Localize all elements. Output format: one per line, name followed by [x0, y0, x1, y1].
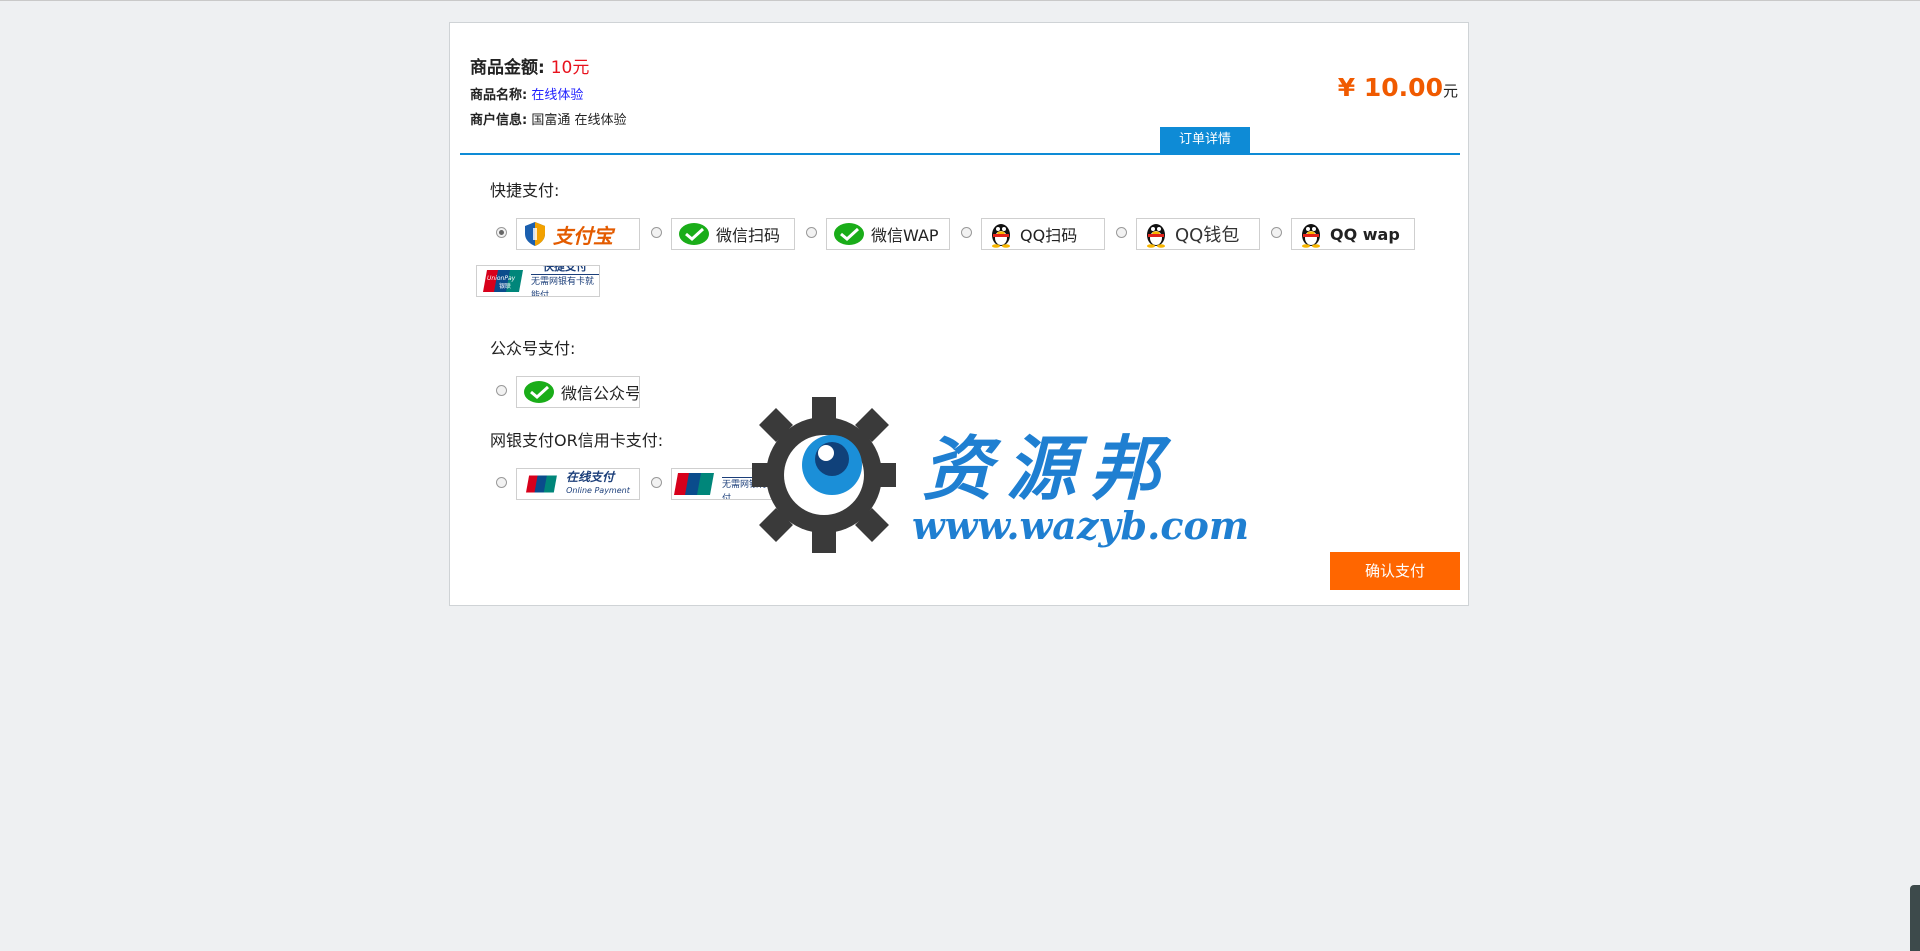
- section-title-online-banking: 网银支付OR信用卡支付:: [490, 431, 664, 450]
- qq-penguin-icon: [1147, 224, 1165, 248]
- amount-label: 商品金额:: [470, 58, 545, 78]
- amount-value: 10元: [550, 58, 590, 78]
- merchant-label: 商户信息:: [470, 113, 528, 128]
- section-title-public-account: 公众号支付:: [490, 339, 576, 358]
- unionpay-quick-subtitle: 无需网银有卡就能付: [531, 276, 595, 297]
- wechat-icon: [524, 381, 554, 403]
- section-title-quick-pay: 快捷支付:: [490, 181, 560, 200]
- wechat-icon: [679, 223, 709, 245]
- merchant-row: 商户信息: 国富通 在线体验: [470, 108, 626, 133]
- unionpay-quick-title: 快捷支付: [531, 266, 599, 275]
- qq-wallet-label: QQ钱包: [1175, 225, 1240, 246]
- alipay-label: 支付宝: [553, 223, 613, 248]
- radio-qq-wap[interactable]: [1271, 227, 1282, 238]
- unionpay-cn-text: 银联: [499, 282, 511, 290]
- watermark: 资源邦 www.wazyb.com: [752, 393, 1249, 563]
- product-name-row: 商品名称: 在线体验: [470, 83, 626, 108]
- unionpay-icon: UnionPay 银联: [483, 270, 523, 292]
- radio-unionpay-wap[interactable]: [651, 477, 662, 488]
- radio-wechat-scan[interactable]: [651, 227, 662, 238]
- qq-wap-logo[interactable]: QQ wap: [1291, 218, 1415, 250]
- total-amount-unit: 元: [1442, 82, 1458, 100]
- qq-penguin-icon: [992, 224, 1010, 248]
- online-payment-subtitle: Online Payment: [566, 486, 630, 495]
- online-payment-logo[interactable]: 在线支付 Online Payment: [516, 468, 640, 500]
- radio-alipay[interactable]: [496, 227, 507, 238]
- qq-penguin-icon: [1302, 224, 1320, 248]
- alipay-logo[interactable]: 支付宝: [516, 218, 640, 250]
- radio-qq-wallet[interactable]: [1116, 227, 1127, 238]
- wechat-wap-label: 微信WAP: [871, 226, 939, 245]
- wechat-scan-logo[interactable]: 微信扫码: [671, 218, 795, 250]
- qq-scan-label: QQ扫码: [1020, 226, 1078, 245]
- wechat-scan-label: 微信扫码: [716, 226, 781, 245]
- qq-scan-logo[interactable]: QQ扫码: [981, 218, 1105, 250]
- qq-wap-label: QQ wap: [1330, 224, 1400, 244]
- wechat-icon: [834, 223, 864, 245]
- unionpay-mark-text: UnionPay: [487, 275, 516, 282]
- side-tab-handle[interactable]: [1910, 885, 1920, 951]
- radio-online-payment[interactable]: [496, 477, 507, 488]
- confirm-payment-button[interactable]: 确认支付: [1330, 552, 1460, 590]
- product-name-value: 在线体验: [531, 88, 584, 103]
- total-amount: ¥ 10.00元: [1338, 73, 1458, 102]
- total-amount-value: ¥ 10.00: [1337, 73, 1443, 102]
- amount-row: 商品金额: 10元: [470, 53, 626, 83]
- watermark-url: www.wazyb.com: [912, 503, 1250, 548]
- qq-wallet-logo[interactable]: QQ钱包: [1136, 218, 1260, 250]
- window-top-border: [0, 0, 1920, 1]
- tab-order-details[interactable]: 订单详情: [1160, 127, 1250, 153]
- unionpay-icon: [674, 473, 714, 495]
- unionpay-quick-logo[interactable]: UnionPay 银联 快捷支付 无需网银有卡就能付: [476, 265, 600, 297]
- radio-qq-scan[interactable]: [961, 227, 972, 238]
- radio-wechat-public[interactable]: [496, 385, 507, 396]
- unionpay-quick-text: 快捷支付 无需网银有卡就能付: [531, 266, 599, 297]
- wechat-public-label: 微信公众号: [561, 384, 640, 403]
- watermark-title: 资源邦: [922, 427, 1174, 510]
- gear-eye-icon: [752, 397, 896, 553]
- order-info: 商品金额: 10元 商品名称: 在线体验 商户信息: 国富通 在线体验: [470, 53, 626, 133]
- wechat-public-logo[interactable]: 微信公众号: [516, 376, 640, 408]
- alipay-shield-icon: [525, 222, 545, 246]
- merchant-value: 国富通 在线体验: [531, 113, 627, 128]
- online-payment-text: 在线支付 Online Payment: [566, 471, 630, 497]
- unionpay-icon: [526, 475, 558, 493]
- online-payment-title: 在线支付: [566, 470, 615, 484]
- wechat-wap-logo[interactable]: 微信WAP: [826, 218, 950, 250]
- product-name-label: 商品名称:: [470, 88, 528, 103]
- header-divider: [460, 153, 1460, 155]
- radio-wechat-wap[interactable]: [806, 227, 817, 238]
